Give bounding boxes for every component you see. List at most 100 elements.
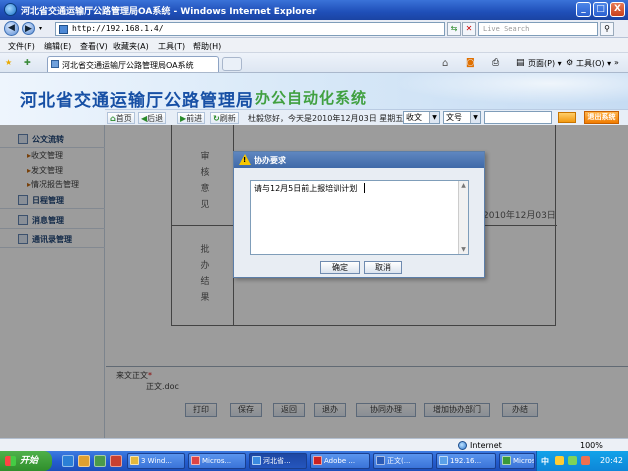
- cancel-button[interactable]: 取消: [364, 261, 402, 274]
- taskbar-item-label: Adobe ...: [324, 457, 356, 465]
- stop-button[interactable]: ✕: [462, 22, 476, 36]
- print-icon[interactable]: ⎙: [492, 58, 499, 68]
- forward-label: 前进: [186, 114, 203, 123]
- tray-icon[interactable]: [555, 456, 564, 465]
- dialog-titlebar: 协办要求: [234, 152, 484, 168]
- category-value: 收文: [406, 113, 422, 122]
- org-title: 河北省交通运输厅公路管理局: [20, 91, 254, 111]
- url-field[interactable]: http://192.168.1.4/: [55, 22, 445, 36]
- scroll-up-icon[interactable]: ▲: [459, 181, 468, 190]
- scroll-down-icon[interactable]: ▼: [459, 245, 468, 254]
- taskbar-item-micros2[interactable]: Micros...: [499, 453, 535, 469]
- folder-icon: [130, 456, 139, 465]
- start-button[interactable]: 开始: [0, 451, 52, 471]
- field-select[interactable]: 文号 ▼: [443, 111, 481, 124]
- network-icon[interactable]: [568, 456, 577, 465]
- ie-icon: [252, 456, 261, 465]
- header-search-input[interactable]: [484, 111, 552, 124]
- remote-icon: [439, 456, 448, 465]
- oa-header: 河北省交通运输厅公路管理局 办公自动化系统 ⌂首页 ◀后退 ▶前进 ↻刷新 杜毅…: [0, 73, 628, 125]
- page-icon: [59, 25, 68, 34]
- taskbar-item-label: 河北省...: [263, 457, 291, 465]
- folder-quicklaunch-icon[interactable]: [78, 455, 90, 467]
- page-menu[interactable]: 页面(P) ▾: [528, 58, 562, 69]
- close-window-button[interactable]: X: [610, 2, 625, 17]
- minimize-button[interactable]: _: [576, 2, 591, 17]
- tab-oa-system[interactable]: 河北省交通运输厅公路管理局OA系统: [47, 56, 219, 72]
- category-select[interactable]: 收文 ▼: [403, 111, 440, 124]
- taskbar-item-word[interactable]: 正文(...: [373, 453, 433, 469]
- ok-button[interactable]: 确定: [320, 261, 360, 274]
- url-text: http://192.168.1.4/: [72, 24, 164, 33]
- tools-menu[interactable]: 工具(O) ▾: [576, 58, 611, 69]
- refresh-label: 刷新: [219, 114, 236, 123]
- taskbar-item-oa[interactable]: 河北省...: [249, 453, 307, 469]
- favorites-star-icon[interactable]: ★: [5, 58, 12, 67]
- menu-view[interactable]: 查看(V): [80, 41, 108, 52]
- header-search-button[interactable]: [558, 112, 576, 123]
- system-title: 办公自动化系统: [255, 89, 368, 107]
- clock: 20:42: [599, 456, 623, 465]
- start-label: 开始: [20, 456, 39, 466]
- taskbar-item-label: Micros...: [202, 457, 232, 465]
- menu-tools[interactable]: 工具(T): [158, 41, 185, 52]
- textarea-scrollbar[interactable]: ▲ ▼: [458, 181, 468, 254]
- taskbar-item-label: 192.16...: [450, 457, 482, 465]
- menu-file[interactable]: 文件(F): [8, 41, 35, 52]
- page-menu-icon: ▤: [516, 58, 525, 68]
- header-decoration: [368, 73, 628, 108]
- exit-button[interactable]: 退出系统: [584, 111, 619, 124]
- window-title: 河北省交通运输厅公路管理局OA系统 - Windows Internet Exp…: [21, 7, 317, 17]
- taskbar-item-remote[interactable]: 192.16...: [436, 453, 496, 469]
- back-label: 后退: [147, 114, 164, 123]
- volume-icon[interactable]: [581, 456, 590, 465]
- live-search-input[interactable]: Live Search: [478, 22, 598, 36]
- taskbar-item-micros1[interactable]: Micros...: [188, 453, 246, 469]
- status-bar: Internet 100%: [0, 438, 628, 451]
- text-caret: [364, 183, 365, 193]
- back-button[interactable]: ◀: [4, 21, 19, 36]
- search-icon[interactable]: ⚲: [600, 22, 614, 36]
- windows-logo-icon: [5, 456, 16, 466]
- system-tray: 中 20:42: [536, 451, 628, 471]
- home-icon[interactable]: ⌂: [442, 58, 448, 69]
- ime-indicator[interactable]: 中: [541, 456, 549, 467]
- menu-help[interactable]: 帮助(H): [193, 41, 221, 52]
- feeds-icon[interactable]: ◙: [466, 58, 475, 68]
- menu-edit[interactable]: 编辑(E): [44, 41, 71, 52]
- tab-label: 河北省交通运输厅公路管理局OA系统: [62, 61, 194, 70]
- taskbar-item-label: Micros...: [513, 457, 535, 465]
- internet-zone-icon: [458, 441, 467, 450]
- menu-favorites[interactable]: 收藏夹(A): [113, 41, 149, 52]
- window-titlebar: 河北省交通运输厅公路管理局OA系统 - Windows Internet Exp…: [0, 0, 628, 20]
- app-icon: [191, 456, 200, 465]
- refresh-button[interactable]: ↻刷新: [210, 112, 239, 124]
- go-button[interactable]: ⇆: [447, 22, 461, 36]
- nav-back-button[interactable]: ◀后退: [138, 112, 167, 124]
- add-favorite-icon[interactable]: ✚: [24, 58, 31, 67]
- requirement-textarea[interactable]: 请与12月5日前上报培训计划 ▲ ▼: [250, 180, 469, 255]
- forward-button[interactable]: ▶: [22, 22, 35, 35]
- home-button[interactable]: ⌂首页: [107, 112, 135, 124]
- security-zone: Internet: [470, 441, 502, 450]
- nav-forward-button[interactable]: ▶前进: [177, 112, 206, 124]
- app-icon: [502, 456, 511, 465]
- maximize-button[interactable]: □: [593, 2, 608, 17]
- new-tab-button[interactable]: [222, 57, 242, 71]
- refresh-icon: ↻: [213, 114, 220, 123]
- collaboration-dialog: 协办要求 请与12月5日前上报培训计划 ▲ ▼ 确定 取消: [233, 151, 485, 278]
- tab-page-icon: [51, 60, 59, 68]
- ie-quicklaunch-icon[interactable]: [62, 455, 74, 467]
- app-quicklaunch-icon[interactable]: [94, 455, 106, 467]
- taskbar: 开始 3 Wind... Micros... 河北省... Adobe ... …: [0, 451, 628, 471]
- tools-gear-icon: ⚙: [566, 58, 574, 67]
- chevron-more-icon[interactable]: »: [614, 58, 619, 67]
- taskbar-item-windows[interactable]: 3 Wind...: [127, 453, 185, 469]
- history-dropdown-icon[interactable]: ▾: [39, 25, 42, 32]
- zoom-level[interactable]: 100%: [580, 441, 603, 450]
- nav-strip: ⌂首页 ◀后退 ▶前进 ↻刷新 杜毅您好，今天是2010年12月03日 星期五 …: [105, 109, 628, 125]
- taskbar-item-label: 3 Wind...: [141, 457, 172, 465]
- word-icon: [376, 456, 385, 465]
- taskbar-item-adobe[interactable]: Adobe ...: [310, 453, 370, 469]
- app2-quicklaunch-icon[interactable]: [110, 455, 122, 467]
